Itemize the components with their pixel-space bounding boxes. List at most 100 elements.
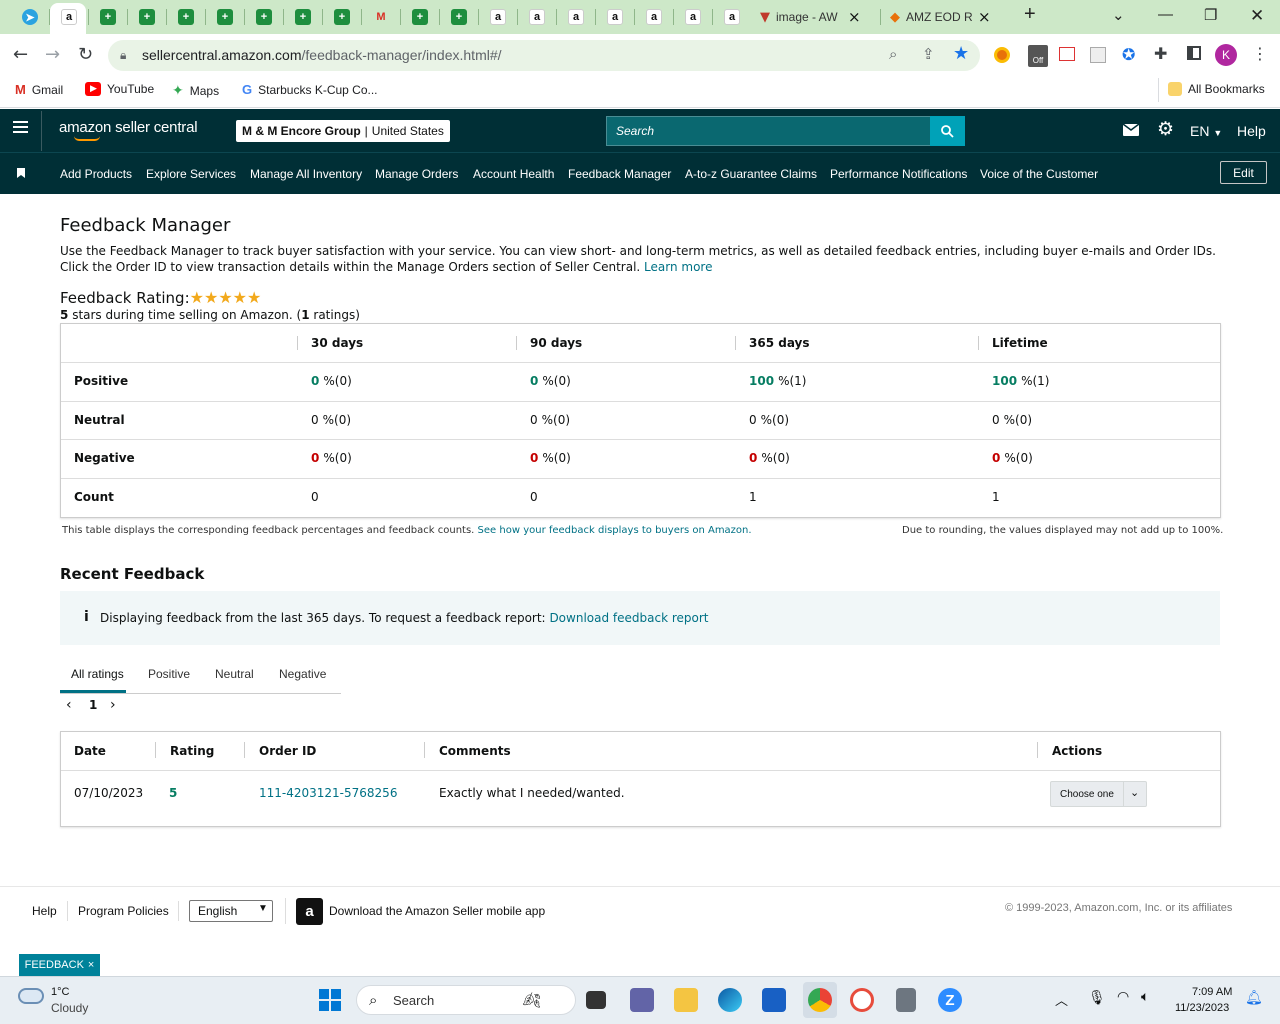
task-view-icon[interactable] bbox=[586, 991, 606, 1009]
nav-item-explore-services[interactable]: Explore Services bbox=[146, 167, 236, 181]
teams-icon[interactable] bbox=[630, 988, 654, 1012]
close-icon[interactable]: × bbox=[848, 8, 861, 26]
browser-tab[interactable]: M bbox=[370, 5, 392, 29]
close-window-icon[interactable]: ✕ bbox=[1250, 6, 1264, 26]
learn-more-link[interactable]: Learn more bbox=[644, 260, 712, 274]
nav-item-a-to-z-guarantee-claims[interactable]: A-to-z Guarantee Claims bbox=[685, 167, 817, 181]
zoom-icon[interactable]: ⌕ bbox=[889, 45, 897, 63]
browser-tab[interactable]: + bbox=[253, 5, 275, 29]
nav-item-feedback-manager[interactable]: Feedback Manager bbox=[568, 167, 671, 181]
menu-kebab-icon[interactable]: ⋮ bbox=[1252, 44, 1268, 63]
store-selector[interactable]: M & M Encore Group | United States bbox=[236, 120, 450, 142]
feedback-tab[interactable]: FEEDBACK × bbox=[19, 954, 100, 976]
mail-icon[interactable] bbox=[1123, 124, 1139, 136]
language-selector[interactable]: EN ▼ bbox=[1190, 123, 1222, 139]
all-bookmarks[interactable]: All Bookmarks bbox=[1168, 82, 1265, 96]
settings-gear-icon[interactable]: ⚙ bbox=[1157, 118, 1174, 141]
browser-tab[interactable]: a bbox=[604, 5, 626, 29]
bookmark-starbucks[interactable]: G Starbucks K-Cup Co... bbox=[242, 82, 378, 97]
footer-language-select[interactable]: English ▼ bbox=[189, 900, 273, 922]
store-icon[interactable] bbox=[762, 988, 786, 1012]
order-id-link[interactable]: 111-4203121-5768256 bbox=[259, 786, 397, 800]
bookmark-youtube[interactable]: ▶ YouTube bbox=[85, 82, 154, 96]
actions-dropdown[interactable]: Choose one ⌄ bbox=[1050, 781, 1147, 807]
tab-amz-eod[interactable]: ◆ AMZ EOD R × bbox=[890, 5, 1002, 29]
page-number[interactable]: 1 bbox=[89, 698, 97, 712]
clock-time[interactable]: 7:09 AM bbox=[1192, 986, 1232, 998]
zoom-app-icon[interactable]: Z bbox=[938, 988, 962, 1012]
hamburger-menu-icon[interactable] bbox=[13, 121, 28, 133]
microphone-icon[interactable]: 🎙︎ bbox=[1088, 990, 1106, 1006]
extension-icon[interactable] bbox=[1090, 47, 1106, 63]
browser-tab[interactable]: a bbox=[487, 5, 509, 29]
browser-tab[interactable]: a bbox=[58, 5, 80, 29]
maximize-icon[interactable]: ❐ bbox=[1204, 6, 1217, 24]
browser-tab[interactable]: + bbox=[214, 5, 236, 29]
edge-icon[interactable] bbox=[718, 988, 742, 1012]
bookmark-star-icon[interactable]: ★ bbox=[953, 43, 969, 64]
site-info-icon[interactable]: 🔒︎ bbox=[120, 48, 126, 63]
close-icon[interactable]: × bbox=[978, 8, 991, 26]
seller-central-logo[interactable]: amazon seller central bbox=[59, 119, 198, 136]
browser-tab[interactable]: + bbox=[292, 5, 314, 29]
chevron-up-icon[interactable]: ︿ bbox=[1055, 990, 1068, 1009]
browser-tab[interactable]: + bbox=[448, 5, 470, 29]
clock-date[interactable]: 11/23/2023 bbox=[1175, 1002, 1229, 1014]
forward-icon[interactable]: → bbox=[45, 44, 60, 65]
new-tab-button[interactable]: + bbox=[1024, 3, 1036, 26]
tab-all-ratings[interactable]: All ratings bbox=[71, 667, 124, 681]
prev-page-icon[interactable]: ‹ bbox=[66, 697, 72, 713]
notification-bell-icon[interactable]: 🔔︎ bbox=[1245, 990, 1263, 1006]
browser-tab[interactable]: a bbox=[643, 5, 665, 29]
amazon-app-icon[interactable]: a bbox=[296, 898, 323, 925]
footer-help-link[interactable]: Help bbox=[32, 904, 57, 918]
windows-start-icon[interactable] bbox=[319, 989, 341, 1011]
weather-cloud-icon[interactable] bbox=[18, 988, 44, 1004]
weather-temp[interactable]: 1°C bbox=[51, 986, 69, 998]
volume-icon[interactable]: 🔈︎ bbox=[1141, 989, 1149, 1005]
help-link[interactable]: Help bbox=[1237, 123, 1266, 139]
side-panel-icon[interactable] bbox=[1187, 46, 1201, 60]
search-input[interactable]: Search bbox=[606, 116, 931, 146]
next-page-icon[interactable]: › bbox=[110, 697, 116, 713]
browser-tab[interactable]: a bbox=[565, 5, 587, 29]
back-icon[interactable]: ← bbox=[13, 44, 28, 65]
browser-tab[interactable]: a bbox=[682, 5, 704, 29]
nav-item-performance-notifications[interactable]: Performance Notifications bbox=[830, 167, 967, 181]
browser-tab[interactable]: ➤ bbox=[19, 5, 41, 29]
chrome-icon[interactable] bbox=[808, 988, 832, 1012]
browser-tab[interactable]: + bbox=[331, 5, 353, 29]
extension-icon[interactable] bbox=[994, 47, 1010, 63]
profile-avatar[interactable]: K bbox=[1215, 44, 1237, 66]
nav-item-manage-all-inventory[interactable]: Manage All Inventory bbox=[250, 167, 362, 181]
browser-tab[interactable]: + bbox=[409, 5, 431, 29]
tab-negative[interactable]: Negative bbox=[279, 667, 326, 681]
mobile-app-link[interactable]: Download the Amazon Seller mobile app bbox=[329, 904, 545, 918]
todo-check-icon[interactable] bbox=[850, 988, 874, 1012]
browser-tab[interactable]: + bbox=[136, 5, 158, 29]
taskbar-search[interactable]: ⌕ Search 🍂︎ bbox=[356, 985, 576, 1015]
browser-tab[interactable]: + bbox=[175, 5, 197, 29]
tab-positive[interactable]: Positive bbox=[148, 667, 190, 681]
download-report-link[interactable]: Download feedback report bbox=[549, 611, 708, 625]
edit-nav-button[interactable]: Edit bbox=[1220, 161, 1267, 184]
share-icon[interactable]: ⇪ bbox=[922, 45, 935, 63]
calculator-icon[interactable] bbox=[896, 988, 916, 1012]
nav-item-voice-of-the-customer[interactable]: Voice of the Customer bbox=[980, 167, 1098, 181]
minimize-icon[interactable]: — bbox=[1158, 6, 1173, 23]
extensions-puzzle-icon[interactable]: ✚ bbox=[1154, 44, 1167, 63]
tab-image-aws[interactable]: ▼ image - AW × bbox=[760, 5, 878, 29]
browser-tab[interactable]: a bbox=[526, 5, 548, 29]
browser-tab[interactable]: + bbox=[97, 5, 119, 29]
program-policies-link[interactable]: Program Policies bbox=[78, 904, 169, 918]
bookmark-maps[interactable]: ✦ Maps bbox=[172, 82, 219, 99]
nav-item-add-products[interactable]: Add Products bbox=[60, 167, 132, 181]
search-button[interactable] bbox=[930, 116, 965, 146]
url-text[interactable]: sellercentral.amazon.com/feedback-manage… bbox=[142, 47, 502, 63]
close-icon[interactable]: × bbox=[88, 959, 94, 971]
extension-off-icon[interactable]: Off bbox=[1028, 45, 1048, 67]
alert-extension-icon[interactable] bbox=[1059, 47, 1075, 61]
bookmark-gmail[interactable]: M Gmail bbox=[15, 82, 63, 97]
extension-icon[interactable]: ✪ bbox=[1122, 45, 1135, 64]
tab-search-icon[interactable]: ⌄ bbox=[1112, 6, 1125, 24]
